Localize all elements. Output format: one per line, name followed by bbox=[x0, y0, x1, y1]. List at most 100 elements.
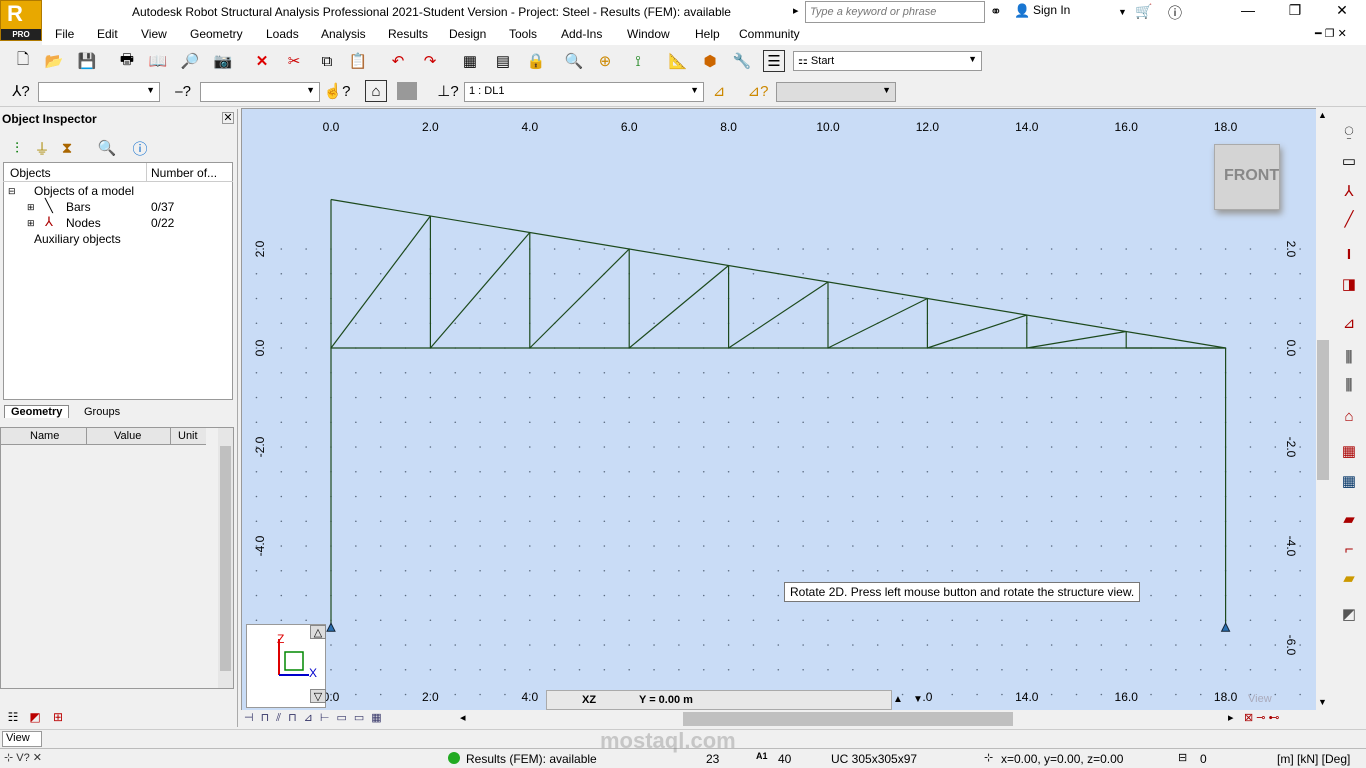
tree-col-number[interactable]: Number of... bbox=[151, 166, 217, 180]
binoculars-icon[interactable]: ⚭ bbox=[990, 3, 1002, 20]
plane-up-button[interactable]: ▲ bbox=[893, 694, 903, 705]
load-display-icon[interactable]: ⊿ bbox=[708, 80, 730, 102]
mdi-controls[interactable]: ━ ❐ ✕ bbox=[1315, 27, 1347, 40]
menu-add-ins[interactable]: Add-Ins bbox=[561, 27, 602, 41]
undo-icon[interactable]: ↶ bbox=[387, 50, 409, 72]
tree-auxiliary[interactable]: Auxiliary objects bbox=[34, 232, 121, 246]
vertical-scroll-thumb[interactable] bbox=[1317, 340, 1329, 480]
view-toolbar-icons[interactable]: ⊣⊓⫽⊓⊿⊢▭▭▦ bbox=[244, 711, 389, 725]
layout-icon[interactable]: ☰ bbox=[763, 50, 785, 72]
view-up-button[interactable]: △ bbox=[310, 625, 326, 639]
bar-selection-input[interactable]: ▼ bbox=[200, 82, 320, 102]
preferences-icon[interactable]: 🔧 bbox=[731, 50, 753, 72]
prop-col-value[interactable]: Value bbox=[114, 430, 141, 442]
search-input[interactable]: Type a keyword or phrase bbox=[805, 1, 985, 23]
cart-icon[interactable]: 🛒 bbox=[1135, 3, 1152, 20]
offsets-icon[interactable]: ⫼ bbox=[1338, 374, 1360, 396]
tree-col-objects[interactable]: Objects bbox=[10, 166, 51, 180]
hscroll-left-icon[interactable]: ◂ bbox=[460, 711, 466, 724]
menu-view[interactable]: View bbox=[141, 27, 167, 41]
props-scroll-thumb[interactable] bbox=[220, 446, 231, 671]
menu-tools[interactable]: Tools bbox=[509, 27, 537, 41]
tables-icon[interactable]: ▤ bbox=[492, 50, 514, 72]
hscroll-right-icon[interactable]: ▸ bbox=[1228, 711, 1234, 724]
load-query-icon[interactable]: ⊿? bbox=[747, 80, 769, 102]
view-cube-front[interactable]: FRONT bbox=[1214, 144, 1280, 210]
view-tab[interactable]: View bbox=[2, 731, 42, 747]
sign-in-link[interactable]: Sign In bbox=[1033, 3, 1070, 17]
node-selection-input[interactable]: ▼ bbox=[38, 82, 160, 102]
axis-grid-icon[interactable]: ▭ bbox=[1338, 150, 1360, 172]
new-file-icon[interactable]: 🗋 bbox=[12, 50, 34, 72]
status-tool-icons[interactable]: ⊹ V? ✕ bbox=[4, 751, 42, 764]
find-icon[interactable]: 🔍 bbox=[96, 137, 118, 159]
inspector-close-button[interactable]: ✕ bbox=[222, 112, 234, 124]
structure-svg[interactable]: 0.0 2.0 4.0 6.0 8.0 10.0 12.0 14.0 16.0 18.0 0.0 2.… bbox=[242, 109, 1329, 711]
menu-loads[interactable]: Loads bbox=[266, 27, 299, 41]
filter-tree-icon[interactable]: ⫶ bbox=[6, 137, 28, 159]
lock-icon[interactable]: 🔒 bbox=[525, 50, 547, 72]
truss-structure[interactable] bbox=[330, 198, 1227, 626]
color-box[interactable] bbox=[397, 82, 417, 100]
load-table-icon[interactable]: ▦ bbox=[1338, 440, 1360, 462]
connection-icon[interactable]: ⌐ bbox=[1338, 538, 1360, 560]
rc-design-icon[interactable]: ▰ bbox=[1338, 567, 1360, 589]
cut-icon[interactable]: ✂ bbox=[283, 50, 305, 72]
chevron-down-icon[interactable]: ▼ bbox=[1118, 7, 1127, 17]
releases-icon[interactable]: ⫼ bbox=[1338, 346, 1360, 368]
query-icon[interactable]: ⍜ bbox=[1338, 120, 1360, 142]
zoom-icon[interactable]: 🔍 bbox=[563, 50, 585, 72]
structure-view[interactable]: 0.0 2.0 4.0 6.0 8.0 10.0 12.0 14.0 16.0 18.0 0.0 2.… bbox=[241, 108, 1329, 711]
menu-analysis[interactable]: Analysis bbox=[321, 27, 366, 41]
menu-geometry[interactable]: Geometry bbox=[190, 27, 243, 41]
screen-capture-icon[interactable]: 📷 bbox=[212, 50, 234, 72]
menu-edit[interactable]: Edit bbox=[97, 27, 118, 41]
tree-root[interactable]: Objects of a model bbox=[34, 184, 134, 198]
user-icon[interactable]: 👤 bbox=[1014, 3, 1030, 19]
material-icon[interactable]: ◨ bbox=[1338, 273, 1360, 295]
axes-icon[interactable]: ⟟ bbox=[627, 50, 649, 72]
inspector-bottom-icon-3[interactable]: ⊞ bbox=[47, 706, 69, 728]
app-logo[interactable]: R PRO bbox=[0, 0, 42, 41]
menu-design[interactable]: Design bbox=[449, 27, 486, 41]
inspector-bottom-icon-2[interactable]: ◩ bbox=[24, 706, 46, 728]
zoom-window-icon[interactable]: ⊕ bbox=[594, 50, 616, 72]
open-folder-icon[interactable]: 📂 bbox=[43, 50, 65, 72]
print-icon[interactable]: 🖶 bbox=[116, 50, 138, 72]
filter-icon[interactable]: ⏚ bbox=[31, 137, 53, 159]
copy-icon[interactable]: ⧉ bbox=[316, 50, 338, 72]
table-icon[interactable]: ▦ bbox=[1338, 470, 1360, 492]
hand-query-icon[interactable]: ☝? bbox=[323, 80, 350, 102]
expand-icon[interactable]: ⊞ bbox=[27, 218, 35, 229]
view-down-button[interactable]: ▽ bbox=[310, 689, 326, 703]
plane-down-button[interactable]: ▼ bbox=[913, 694, 923, 705]
prop-col-name[interactable]: Name bbox=[30, 430, 59, 442]
tab-geometry[interactable]: Geometry bbox=[4, 405, 70, 418]
close-button[interactable]: ✕ bbox=[1322, 2, 1362, 22]
menu-help[interactable]: Help bbox=[695, 27, 720, 41]
house-icon[interactable]: ⌂ bbox=[365, 80, 387, 102]
loads-icon[interactable]: ⌂ bbox=[1338, 405, 1360, 427]
steel-design-icon[interactable]: ▰ bbox=[1338, 508, 1360, 530]
redo-icon[interactable]: ↷ bbox=[419, 50, 441, 72]
load-case-query-icon[interactable]: ⊥? bbox=[437, 80, 459, 102]
section-icon[interactable]: I bbox=[1338, 243, 1360, 265]
scroll-down-icon[interactable]: ▼ bbox=[1318, 697, 1327, 707]
save-icon[interactable]: 💾 bbox=[76, 50, 98, 72]
delete-icon[interactable]: ✕ bbox=[251, 50, 273, 72]
expand-icon[interactable]: ⊞ bbox=[27, 202, 35, 213]
expand-left-icon[interactable]: ▸ bbox=[793, 4, 799, 17]
prop-col-unit[interactable]: Unit bbox=[178, 430, 198, 442]
paste-icon[interactable]: 📋 bbox=[347, 50, 369, 72]
calculator-icon[interactable]: ▦ bbox=[459, 50, 481, 72]
menu-window[interactable]: Window bbox=[627, 27, 670, 41]
measure-icon[interactable]: 📐 bbox=[667, 50, 689, 72]
tab-groups[interactable]: Groups bbox=[80, 406, 124, 418]
minimize-button[interactable]: — bbox=[1228, 2, 1268, 22]
layout-select[interactable]: ⚏ Start ▼ bbox=[793, 51, 982, 71]
bars-icon[interactable]: ╱ bbox=[1338, 208, 1360, 230]
supports[interactable] bbox=[326, 622, 1231, 632]
menu-community[interactable]: Community bbox=[739, 27, 800, 41]
maximize-button[interactable]: ❐ bbox=[1275, 2, 1315, 22]
menu-file[interactable]: File bbox=[55, 27, 74, 41]
